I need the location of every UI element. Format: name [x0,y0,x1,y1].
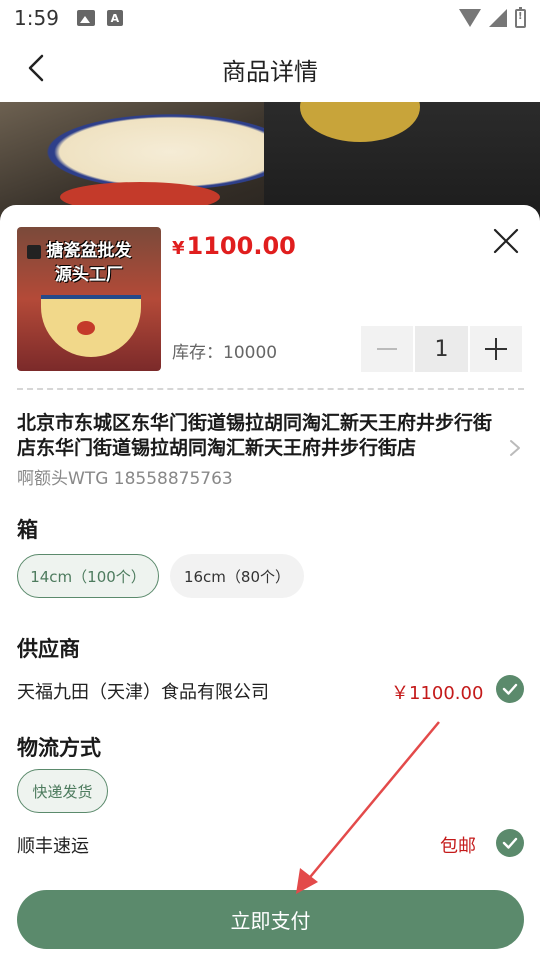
wifi-icon [459,9,481,27]
supplier-title: 供应商 [17,637,80,661]
chevron-left-icon [28,54,44,82]
quantity-stepper: 1 [361,326,524,372]
battery-icon [515,6,526,28]
supplier-price: ￥1100.00 [391,683,484,704]
divider [17,388,524,390]
currency-symbol: ¥ [172,238,185,259]
logistics-title: 物流方式 [17,736,101,760]
spec-option-16cm[interactable]: 16cm（80个） [170,554,304,598]
page-title: 商品详情 [222,57,318,86]
chevron-right-icon[interactable] [508,438,522,458]
spec-title: 箱 [17,518,38,542]
supplier-selected-checkbox[interactable] [496,675,524,703]
shipping-address[interactable]: 北京市东城区东华门街道锡拉胡同淘汇新天王府井步行街店东华门街道锡拉胡同淘汇新天王… [17,411,507,489]
app-header: 商品详情 [0,36,540,102]
supplier-name: 天福九田（天津）食品有限公司 [17,682,269,703]
check-icon [502,683,518,695]
product-price: ¥1100.00 [172,232,296,260]
minus-icon [377,348,397,350]
status-bar: 1:59 A [0,0,540,36]
price-value: 1100.00 [186,232,296,260]
address-text: 北京市东城区东华门街道锡拉胡同淘汇新天王府井步行街店东华门街道锡拉胡同淘汇新天王… [17,412,493,459]
stock-label: 库存： [172,343,223,363]
a-notification-icon: A [106,10,123,26]
quantity-value[interactable]: 1 [415,326,468,372]
cell-signal-icon [489,9,507,27]
increase-quantity-button[interactable] [470,326,522,372]
thumbnail-caption: 搪瓷盆批发 源头工厂 [46,241,132,285]
check-icon [502,837,518,849]
status-system-icons [459,6,526,28]
pay-now-button[interactable]: 立即支付 [17,890,524,949]
spec-option-14cm[interactable]: 14cm（100个） [17,554,159,598]
status-notification-icons: A [76,10,123,26]
product-thumbnail: 搪瓷盆批发 源头工厂 [17,227,161,371]
decrease-quantity-button[interactable] [361,326,413,372]
status-time: 1:59 [14,6,59,30]
enamel-bowl-image [41,295,141,357]
close-icon [493,228,519,254]
carrier-name: 顺丰速运 [17,836,89,857]
close-button[interactable] [488,223,524,259]
address-contact: 啊额头WTG 18558875763 [17,469,233,489]
image-notification-icon [76,10,95,26]
plus-icon [485,338,507,360]
stock-value: 10000 [223,343,278,363]
stock-info: 库存：10000 [172,338,277,363]
carrier-selected-checkbox[interactable] [496,829,524,857]
logistics-option-express[interactable]: 快递发货 [17,769,108,813]
purchase-sheet: 搪瓷盆批发 源头工厂 ¥1100.00 库存：10000 1 北京市东城区东华门… [0,205,540,960]
shipping-fee: 包邮 [440,836,476,857]
back-button[interactable] [18,50,54,86]
